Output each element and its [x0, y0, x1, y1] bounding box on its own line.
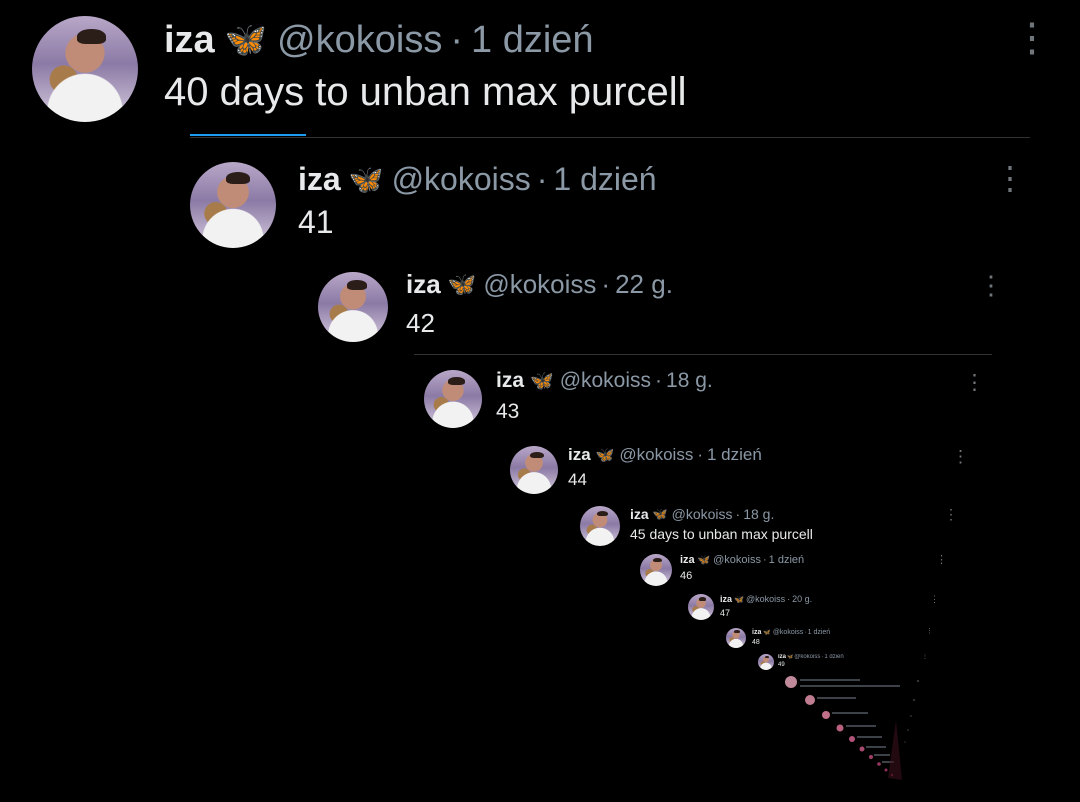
divider [190, 137, 1030, 138]
active-thread-indicator [190, 134, 306, 136]
more-options-icon[interactable]: ⋮ [994, 162, 1026, 194]
tweet-text: 42 [406, 308, 435, 338]
user-handle[interactable]: @kokoiss [392, 161, 531, 198]
separator-dot: · [804, 628, 807, 636]
avatar[interactable] [318, 272, 388, 342]
separator-dot: · [697, 445, 703, 464]
tail-lines [800, 679, 900, 763]
display-name[interactable]: iza [752, 629, 761, 636]
avatar[interactable] [424, 370, 482, 428]
butterfly-icon: 🦋 [652, 507, 668, 521]
tweet-text: 45 days to unban max purcell [630, 526, 813, 542]
display-name[interactable]: iza [406, 269, 441, 300]
butterfly-icon: 🦋 [763, 629, 771, 636]
separator-dot: · [821, 654, 824, 660]
tweet-header: iza 🦋 @kokoiss · 1 dzień [164, 18, 594, 62]
separator-dot: · [655, 369, 663, 392]
tweet-header: iza 🦋 @kokoiss · 1 dzień [778, 653, 844, 661]
avatar[interactable] [726, 628, 746, 648]
user-handle[interactable]: @kokoiss [277, 19, 442, 62]
timestamp[interactable]: 20 g. [792, 594, 812, 604]
timestamp[interactable]: 1 dzień [808, 629, 831, 636]
tweet-text: 46 [680, 570, 693, 582]
display-name[interactable]: iza [630, 506, 649, 522]
recursive-tail [785, 676, 919, 780]
tweet-text: 47 [720, 608, 731, 618]
display-name[interactable]: iza [720, 594, 732, 604]
butterfly-icon: 🦋 [595, 447, 615, 464]
timestamp[interactable]: 1 dzień [553, 161, 656, 198]
avatar[interactable] [688, 594, 714, 620]
butterfly-icon: 🦋 [787, 654, 794, 660]
display-name[interactable]: iza [496, 369, 524, 393]
tweet-header: iza 🦋 @kokoiss · 1 dzień [298, 160, 657, 198]
separator-dot: · [450, 18, 463, 61]
avatar[interactable] [32, 16, 138, 122]
timestamp[interactable]: 1 dzień [471, 19, 594, 62]
separator-dot: · [735, 506, 741, 522]
avatar[interactable] [640, 554, 672, 586]
tweet-text: 44 [568, 470, 587, 489]
butterfly-icon: 🦋 [224, 21, 268, 59]
avatar[interactable] [580, 506, 620, 546]
timestamp[interactable]: 18 g. [743, 506, 774, 522]
tweet-text: 43 [496, 400, 520, 423]
user-handle[interactable]: @kokoiss [483, 269, 596, 300]
butterfly-icon: 🦋 [734, 594, 744, 604]
avatar[interactable] [510, 446, 558, 494]
user-handle[interactable]: @kokoiss [773, 629, 803, 636]
more-options-icon[interactable]: ⋮ [944, 507, 958, 521]
more-options-icon[interactable]: ⋮ [1012, 18, 1052, 58]
user-handle[interactable]: @kokoiss [713, 554, 761, 566]
display-name[interactable]: iza [778, 654, 786, 660]
divider [414, 354, 992, 355]
tail-more-icons [904, 680, 919, 743]
tweet-header: iza 🦋 @kokoiss · 1 dzień [680, 553, 804, 567]
display-name[interactable]: iza [298, 161, 341, 198]
tweet-header: iza 🦋 @kokoiss · 1 dzień [568, 444, 762, 466]
tweet-text: 41 [298, 204, 334, 240]
butterfly-icon: 🦋 [348, 163, 384, 195]
more-options-icon[interactable]: ⋮ [978, 272, 1004, 298]
tweet-text: 48 [752, 639, 760, 646]
more-options-icon[interactable]: ⋮ [964, 372, 985, 393]
tweet-header: iza 🦋 @kokoiss · 22 g. [406, 268, 673, 300]
user-handle[interactable]: @kokoiss [746, 594, 785, 604]
tail-avatars [785, 676, 894, 777]
timestamp[interactable]: 1 dzień [707, 445, 762, 465]
separator-dot: · [536, 160, 548, 197]
more-options-icon[interactable]: ⋮ [930, 595, 939, 604]
separator-dot: · [763, 554, 767, 566]
more-options-icon[interactable]: ⋮ [952, 448, 969, 465]
user-handle[interactable]: @kokoiss [794, 654, 820, 660]
timestamp[interactable]: 1 dzień [769, 554, 804, 566]
separator-dot: · [787, 594, 791, 604]
more-options-icon[interactable]: ⋮ [922, 654, 928, 660]
more-options-icon[interactable]: ⋮ [936, 555, 947, 566]
tweet-text: 49 [778, 662, 785, 668]
separator-dot: · [601, 268, 611, 299]
user-handle[interactable]: @kokoiss [672, 506, 733, 522]
timestamp[interactable]: 22 g. [615, 269, 673, 300]
butterfly-icon: 🦋 [447, 270, 477, 297]
butterfly-icon: 🦋 [530, 371, 554, 392]
more-options-icon[interactable]: ⋮ [926, 628, 933, 635]
display-name[interactable]: iza [680, 554, 695, 566]
tweet-header: iza 🦋 @kokoiss · 18 g. [630, 505, 774, 523]
avatar[interactable] [758, 654, 774, 670]
display-name[interactable]: iza [164, 19, 215, 62]
tweet-header: iza 🦋 @kokoiss · 1 dzień [752, 627, 830, 637]
tweet-text: 40 days to unban max purcell [164, 70, 687, 114]
butterfly-icon: 🦋 [697, 554, 711, 566]
user-handle[interactable]: @kokoiss [560, 369, 651, 393]
display-name[interactable]: iza [568, 445, 591, 465]
user-handle[interactable]: @kokoiss [619, 445, 693, 465]
timestamp[interactable]: 18 g. [666, 369, 713, 393]
tail-edge [888, 720, 902, 780]
timestamp[interactable]: 1 dzień [824, 654, 843, 660]
tweet-header: iza 🦋 @kokoiss · 18 g. [496, 368, 713, 394]
tweet-header: iza 🦋 @kokoiss · 20 g. [720, 593, 812, 605]
avatar[interactable] [190, 162, 276, 248]
